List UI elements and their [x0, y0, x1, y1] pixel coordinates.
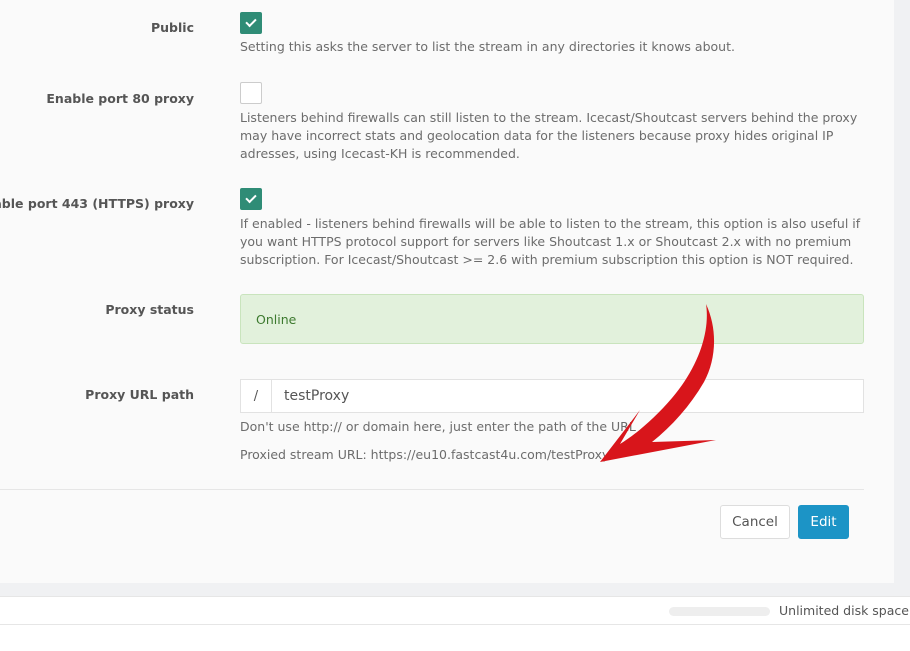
proxy-url-prefix: /: [240, 379, 271, 413]
disk-usage-bar: [669, 607, 770, 616]
check-icon: [245, 15, 257, 28]
port80-label: Enable port 80 proxy: [46, 91, 194, 106]
proxy-url-help: Don't use http:// or domain here, just e…: [240, 419, 636, 434]
proxy-status-field: Online: [240, 294, 864, 344]
cancel-button[interactable]: Cancel: [720, 505, 790, 539]
footer-bar: Unlimited disk space: [0, 596, 910, 625]
proxy-url-field: / Don't use http:// or domain here, just…: [240, 379, 864, 464]
check-icon: [245, 191, 257, 204]
port443-field: If enabled - listeners behind firewalls …: [240, 188, 864, 269]
proxy-url-input-group: /: [240, 379, 864, 413]
proxy-status-badge: Online: [240, 294, 864, 344]
proxy-status-label: Proxy status: [105, 302, 194, 317]
public-checkbox[interactable]: [240, 12, 262, 34]
port80-field: Listeners behind firewalls can still lis…: [240, 82, 864, 163]
port443-checkbox[interactable]: [240, 188, 262, 210]
proxy-url-input[interactable]: [271, 379, 864, 413]
proxy-status-value: Online: [256, 311, 297, 327]
port443-help: If enabled - listeners behind firewalls …: [240, 216, 861, 267]
proxy-url-label: Proxy URL path: [85, 387, 194, 402]
disk-space-text: Unlimited disk space: [779, 603, 909, 618]
settings-panel: Public Setting this asks the server to l…: [0, 0, 894, 583]
port443-label: Enable port 443 (HTTPS) proxy: [0, 196, 194, 211]
port80-help: Listeners behind firewalls can still lis…: [240, 110, 858, 161]
edit-button[interactable]: Edit: [798, 505, 849, 539]
proxied-stream-url: Proxied stream URL: https://eu10.fastcas…: [240, 447, 610, 462]
port80-checkbox[interactable]: [240, 82, 262, 104]
public-help: Setting this asks the server to list the…: [240, 39, 735, 54]
public-label: Public: [151, 20, 194, 35]
form-divider: [0, 489, 864, 490]
page-bottom: [0, 625, 910, 651]
public-field: Setting this asks the server to list the…: [240, 12, 864, 56]
